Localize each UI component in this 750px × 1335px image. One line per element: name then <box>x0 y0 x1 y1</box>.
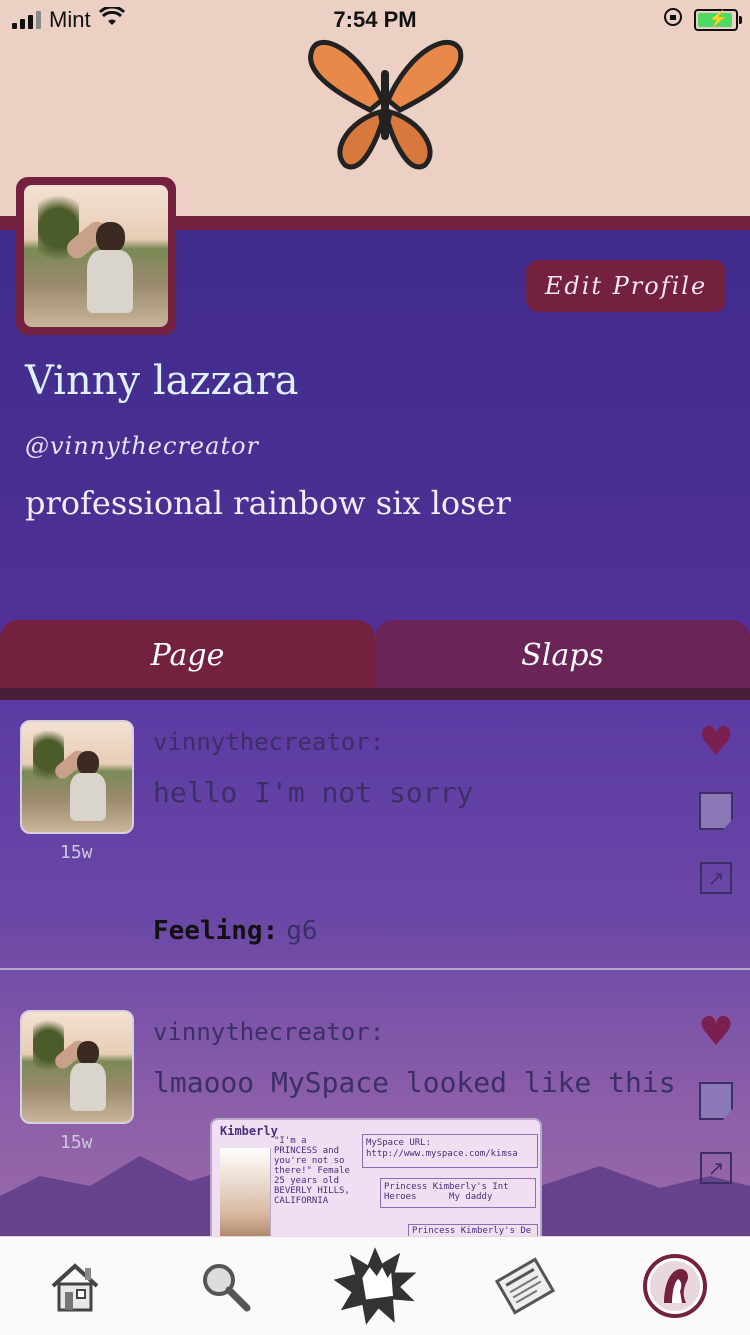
feeling-value: g6 <box>286 916 318 946</box>
tab-slaps[interactable]: Slaps <box>375 620 750 690</box>
post-username[interactable]: vinnythecreator: <box>153 1018 384 1046</box>
attachment-name: Kimberly <box>220 1124 278 1138</box>
attachment-interests-box: Princess Kimberly's Int Heroes My daddy <box>380 1178 536 1208</box>
profile-bio: professional rainbow six loser <box>25 484 511 522</box>
attachment-url-label: MySpace URL: <box>366 1138 432 1148</box>
feeling-label: Feeling: <box>153 916 279 946</box>
attachment-about: "I'm a PRINCESS and you're not so there!… <box>274 1136 350 1206</box>
post-avatar[interactable] <box>20 720 134 834</box>
post-avatar[interactable] <box>20 1010 134 1124</box>
attachment-heroes-value: My daddy <box>449 1192 493 1202</box>
post-feeling: Feeling: g6 <box>153 916 318 946</box>
attachment-heroes-label: Heroes <box>384 1192 417 1202</box>
status-right: ⚡ <box>662 6 742 34</box>
tab-page[interactable]: Page <box>0 620 375 690</box>
comment-icon[interactable] <box>696 792 736 830</box>
slap-icon[interactable] <box>330 1246 420 1326</box>
status-bar: Mint 7:54 PM ⚡ <box>0 0 750 40</box>
home-icon[interactable] <box>30 1246 120 1326</box>
rotation-lock-icon <box>662 6 684 34</box>
tab-divider <box>0 688 750 700</box>
post-text: lmaooo MySpace looked like this <box>153 1066 676 1099</box>
share-icon[interactable]: ↗ <box>696 1152 736 1184</box>
attachment-photo <box>220 1148 271 1236</box>
share-icon[interactable]: ↗ <box>696 862 736 894</box>
heart-icon[interactable]: ♥ <box>696 1012 736 1052</box>
battery-icon: ⚡ <box>694 9 742 31</box>
search-icon[interactable] <box>180 1246 270 1326</box>
post-feed[interactable]: 15w vinnythecreator: hello I'm not sorry… <box>0 700 750 1236</box>
status-left: Mint <box>12 5 125 33</box>
attachment-url-box: MySpace URL: http://www.myspace.com/kims… <box>362 1134 538 1168</box>
post-divider <box>0 968 750 970</box>
avatar[interactable] <box>16 177 176 335</box>
post-timestamp: 15w <box>60 842 93 863</box>
heart-icon[interactable]: ♥ <box>696 722 736 762</box>
butterfly-image <box>308 39 464 170</box>
clock: 7:54 PM <box>333 7 417 32</box>
bottom-nav <box>0 1236 750 1335</box>
post-username[interactable]: vinnythecreator: <box>153 728 384 756</box>
wifi-icon <box>98 5 125 33</box>
post-item: 15w vinnythecreator: hello I'm not sorry… <box>0 700 750 970</box>
profile-handle: @vinnythecreator <box>25 432 260 460</box>
attachment-details-title: Princess Kimberly's De <box>408 1224 538 1236</box>
post-text: hello I'm not sorry <box>153 776 474 809</box>
comment-icon[interactable] <box>696 1082 736 1120</box>
avatar-photo <box>24 185 168 327</box>
profile-tabs: Page Slaps <box>0 620 750 690</box>
attachment-url: http://www.myspace.com/kimsa <box>366 1149 518 1159</box>
signal-icon <box>12 11 41 29</box>
news-icon[interactable] <box>480 1246 570 1326</box>
profile-icon[interactable] <box>630 1246 720 1326</box>
profile-name: Vinny lazzara <box>25 358 299 404</box>
post-attachment-image[interactable]: Kimberly "I'm a PRINCESS and you're not … <box>210 1118 542 1236</box>
attachment-interests-title: Princess Kimberly's Int <box>384 1182 509 1192</box>
post-timestamp: 15w <box>60 1132 93 1153</box>
carrier-label: Mint <box>49 7 91 32</box>
edit-profile-button[interactable]: Edit Profile <box>526 260 726 312</box>
